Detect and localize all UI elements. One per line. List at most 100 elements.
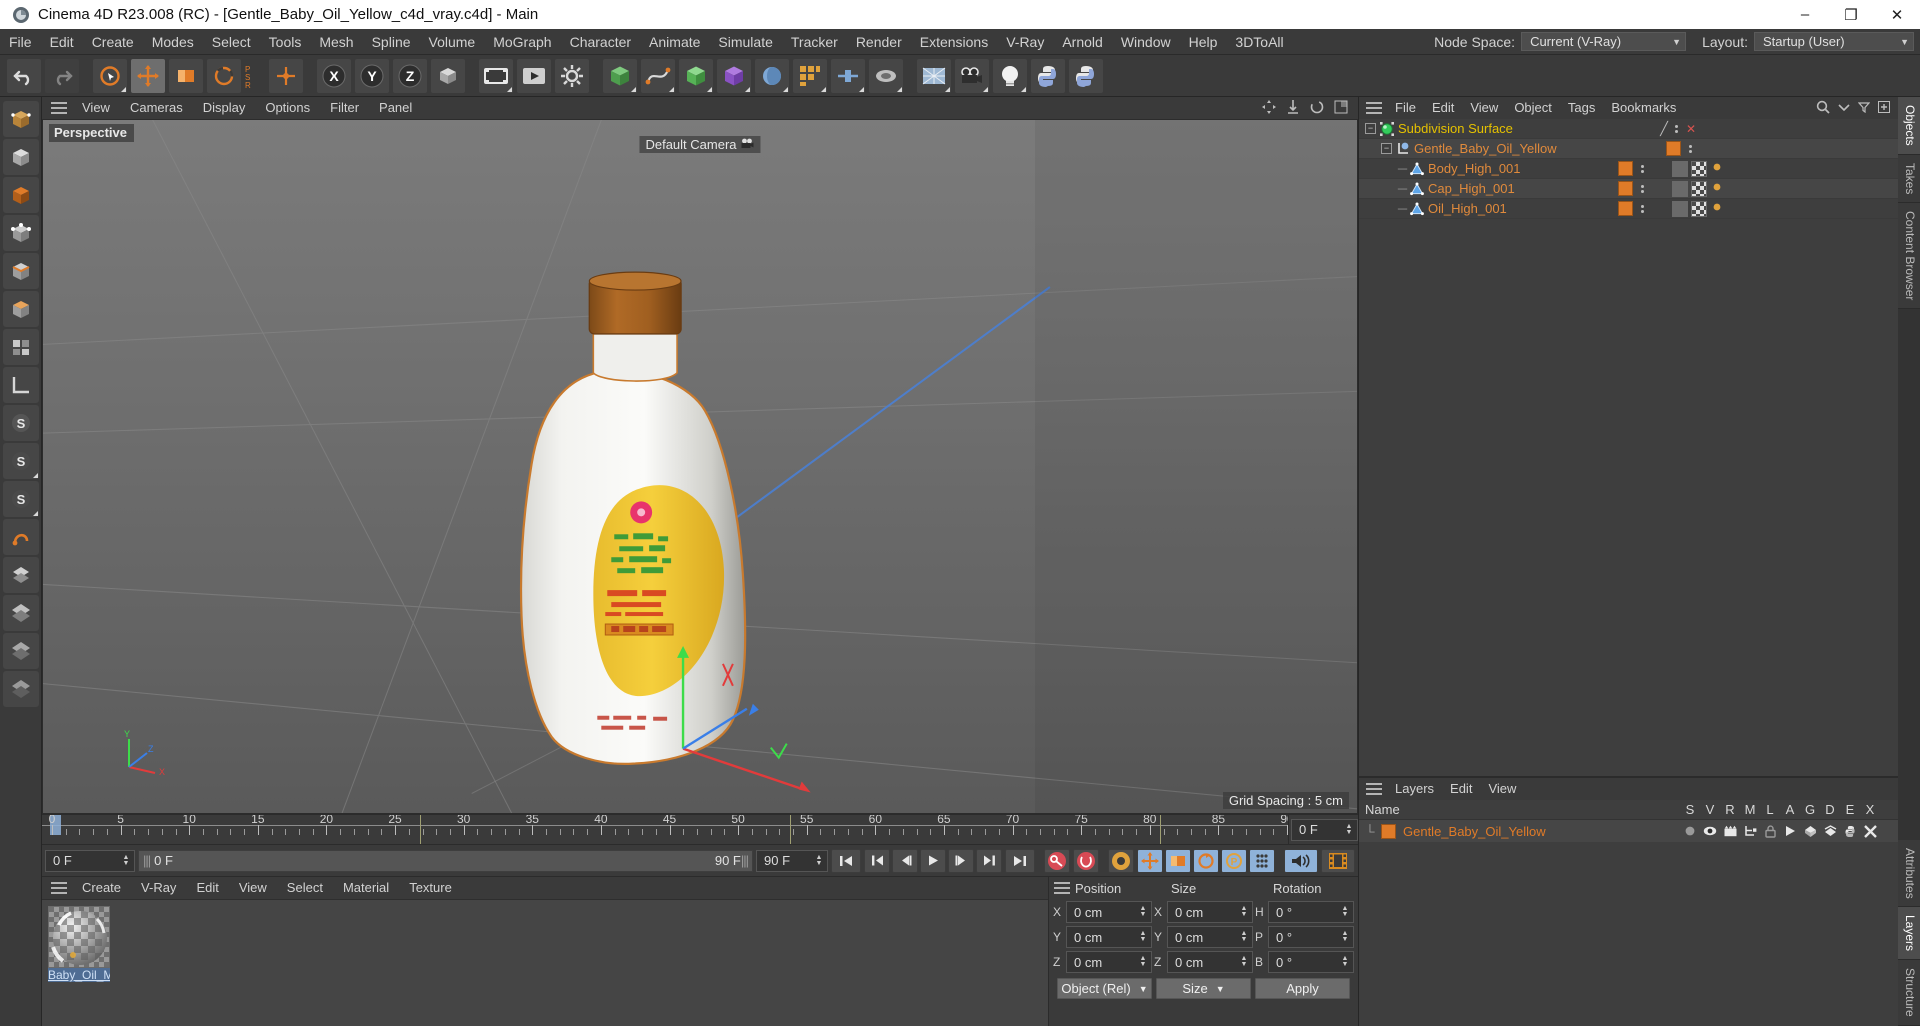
menu-volume[interactable]: Volume — [420, 29, 485, 55]
quantize-button[interactable]: S — [2, 481, 39, 517]
object-menu-bookmarks[interactable]: Bookmarks — [1603, 97, 1684, 119]
parameter-key-button[interactable]: P — [1221, 848, 1247, 873]
visibility-dots-icon[interactable] — [1636, 204, 1648, 213]
go-to-previous-frame-button[interactable] — [892, 848, 918, 873]
workplane-lock-button[interactable] — [2, 519, 39, 555]
material-menu-select[interactable]: Select — [277, 877, 333, 899]
scale-tool[interactable] — [168, 57, 204, 94]
expand-tree-icon[interactable] — [1838, 101, 1850, 116]
add-spline-object-button[interactable] — [640, 57, 676, 94]
add-generator-object-button[interactable] — [678, 57, 714, 94]
position-y-field[interactable]: 0 cm ▲ ▼ — [1066, 926, 1152, 948]
layer-column-m[interactable]: M — [1740, 802, 1760, 817]
object-tree-row[interactable]: ─ Cap_High_001 — [1359, 179, 1898, 199]
object-name[interactable]: Body_High_001 — [1428, 161, 1521, 176]
layer-color-swatch[interactable] — [1618, 181, 1633, 196]
layer-menu-layers[interactable]: Layers — [1387, 778, 1442, 800]
add-mograph-object-button[interactable] — [792, 57, 828, 94]
phong-tag-icon[interactable] — [1672, 160, 1688, 177]
spinner-icon[interactable]: ▲ ▼ — [1238, 905, 1250, 918]
coordinate-system-button[interactable] — [430, 57, 466, 94]
object-menu-tags[interactable]: Tags — [1560, 97, 1603, 119]
viewport-menu-panel[interactable]: Panel — [369, 97, 422, 119]
menu-vray[interactable]: V-Ray — [997, 29, 1053, 55]
tree-expander-icon[interactable]: − — [1381, 143, 1392, 154]
layout-dropdown[interactable]: Startup (User) ▼ — [1754, 32, 1914, 51]
material-menu-vray[interactable]: V-Ray — [131, 877, 186, 899]
window-close-button[interactable]: ✕ — [1874, 0, 1920, 29]
menu-3dtoall[interactable]: 3DToAll — [1226, 29, 1292, 55]
solo-dot-icon[interactable] — [1680, 825, 1700, 837]
rotation-h-field[interactable]: 0 ° ▲ ▼ — [1268, 901, 1354, 923]
viewport-zoom-icon[interactable] — [1286, 99, 1300, 117]
add-environment-object-button[interactable] — [754, 57, 790, 94]
subdivision-display-button[interactable] — [2, 557, 39, 593]
uv-tag-icon[interactable] — [1710, 180, 1724, 197]
points-mode-button[interactable] — [2, 215, 39, 251]
spinner-icon[interactable]: ▲ ▼ — [1238, 955, 1250, 968]
viewport-menu-view[interactable]: View — [72, 97, 120, 119]
perspective-viewport[interactable]: Perspective Default Camera Y X Z Grid Sp… — [42, 119, 1358, 814]
tab-takes[interactable]: Takes — [1898, 154, 1920, 204]
range-grip-right-icon[interactable]: ||| — [741, 853, 749, 868]
viewport-maximize-icon[interactable] — [1334, 100, 1348, 117]
spinner-icon[interactable]: ▲ ▼ — [1137, 905, 1149, 918]
object-tree-row[interactable]: ─ Body_High_001 — [1359, 159, 1898, 179]
new-layout-icon[interactable] — [1878, 100, 1890, 116]
menu-mesh[interactable]: Mesh — [310, 29, 362, 55]
uv-tag-icon[interactable] — [1710, 160, 1724, 177]
layer-color-swatch[interactable] — [1618, 161, 1633, 176]
manager-tree-icon[interactable] — [1740, 825, 1760, 837]
window-maximize-button[interactable]: ❐ — [1828, 0, 1874, 29]
menu-select[interactable]: Select — [203, 29, 260, 55]
tab-content-browser[interactable]: Content Browser — [1898, 203, 1920, 310]
layer-color-swatch[interactable] — [1381, 823, 1396, 839]
node-space-dropdown[interactable]: Current (V-Ray) ▼ — [1521, 32, 1687, 51]
spinner-icon[interactable]: ▲ ▼ — [813, 854, 825, 867]
timeline-filmstrip-button[interactable] — [1321, 848, 1355, 873]
layer-column-s[interactable]: S — [1680, 802, 1700, 817]
viewport-menu-filter[interactable]: Filter — [320, 97, 369, 119]
position-z-field[interactable]: 0 cm ▲ ▼ — [1066, 951, 1152, 973]
lock-icon[interactable] — [1760, 824, 1780, 838]
menu-edit[interactable]: Edit — [41, 29, 83, 55]
filter-icon[interactable] — [1857, 101, 1871, 116]
material-menu-view[interactable]: View — [229, 877, 277, 899]
go-to-end-button[interactable] — [1005, 848, 1035, 873]
delete-tag-icon[interactable]: ✕ — [1686, 122, 1696, 136]
menu-arnold[interactable]: Arnold — [1053, 29, 1111, 55]
uv-mode-button[interactable] — [2, 329, 39, 365]
texture-tag-icon[interactable] — [1691, 200, 1707, 217]
go-to-next-key-button[interactable] — [976, 848, 1002, 873]
menu-modes[interactable]: Modes — [143, 29, 203, 55]
visibility-dots-icon[interactable] — [1636, 184, 1648, 193]
xpresso-icon[interactable] — [1860, 824, 1880, 838]
menu-character[interactable]: Character — [561, 29, 640, 55]
deformer-icon[interactable] — [1820, 824, 1840, 838]
object-name[interactable]: Gentle_Baby_Oil_Yellow — [1414, 141, 1557, 156]
viewport-rotate-icon[interactable] — [1310, 100, 1324, 117]
layer-name[interactable]: Gentle_Baby_Oil_Yellow — [1403, 824, 1680, 839]
rotation-p-field[interactable]: 0 ° ▲ ▼ — [1268, 926, 1354, 948]
live-selection-tool[interactable] — [92, 57, 128, 94]
visibility-dots-icon[interactable] — [1684, 144, 1696, 153]
viewport-menu-hamburger-icon[interactable] — [46, 97, 72, 119]
layer-column-x[interactable]: X — [1860, 802, 1880, 817]
texture-tag-icon[interactable] — [1691, 160, 1707, 177]
layer-menu-edit[interactable]: Edit — [1442, 778, 1480, 800]
add-field-object-button[interactable] — [868, 57, 904, 94]
visibility-dots-icon[interactable] — [1671, 124, 1683, 133]
render-to-picture-viewer-button[interactable] — [516, 57, 552, 94]
add-light-object-button[interactable] — [992, 57, 1028, 94]
preview-range-bar[interactable]: ||| 0 F 90 F ||| — [138, 849, 753, 872]
phong-tag-icon[interactable] — [1672, 200, 1688, 217]
spinner-icon[interactable]: ▲ ▼ — [1137, 955, 1149, 968]
model-mode-button[interactable] — [2, 139, 39, 175]
add-camera-object-button[interactable] — [954, 57, 990, 94]
position-x-field[interactable]: 0 cm ▲ ▼ — [1066, 901, 1152, 923]
apply-button[interactable]: Apply — [1255, 978, 1350, 999]
layer-column-d[interactable]: D — [1820, 802, 1840, 817]
object-name[interactable]: Oil_High_001 — [1428, 201, 1507, 216]
material-manager-body[interactable]: Baby_Oil_M — [42, 899, 1048, 1026]
viewport-menu-cameras[interactable]: Cameras — [120, 97, 193, 119]
